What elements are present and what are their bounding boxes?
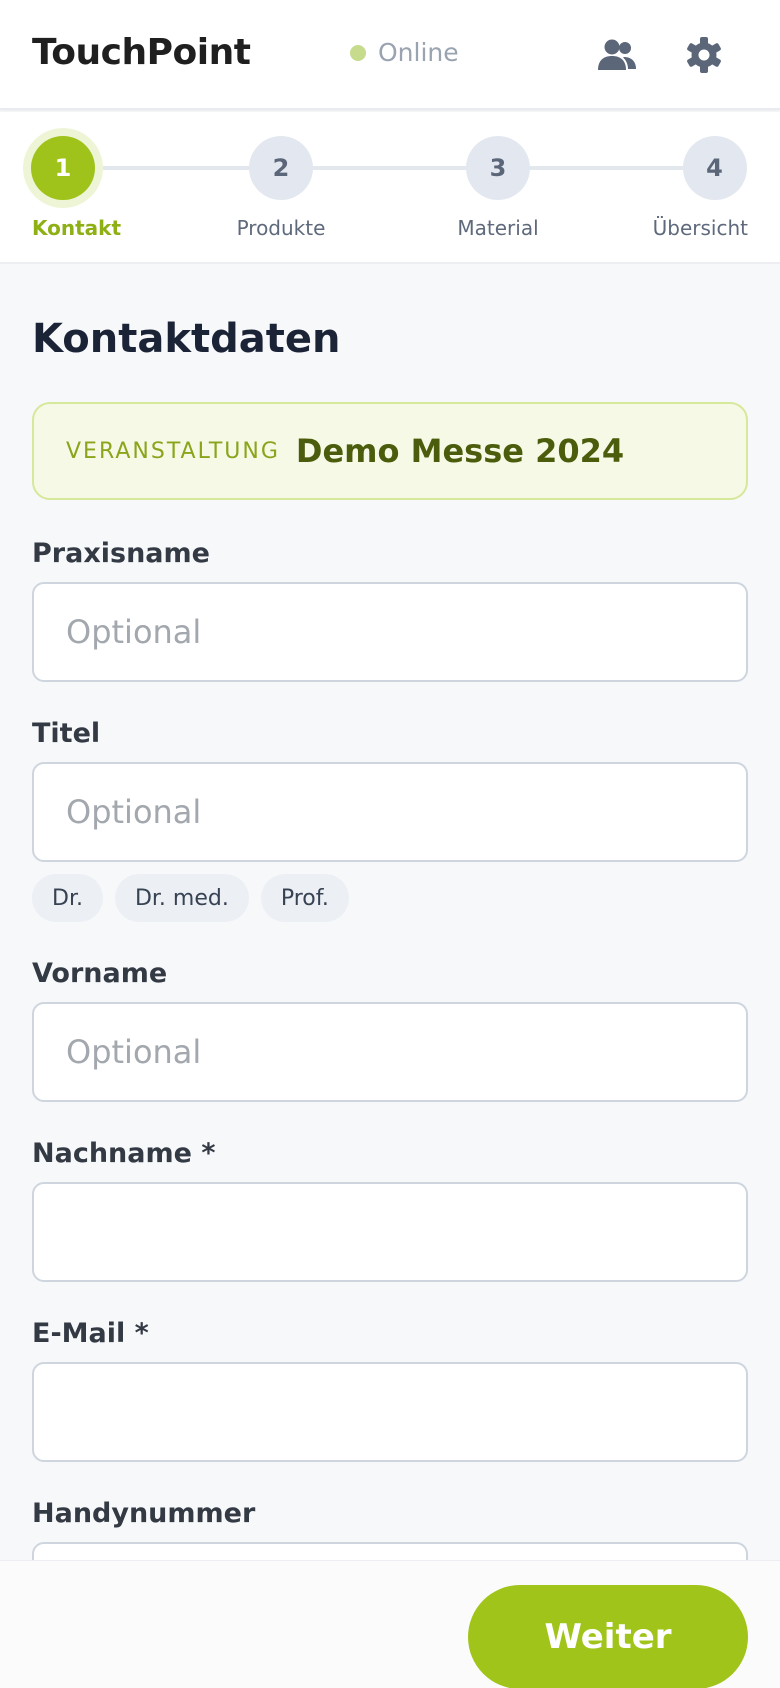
chip-dr-med[interactable]: Dr. med. [114, 874, 249, 922]
step-number: 2 [249, 136, 313, 200]
vorname-label: Vorname [32, 958, 168, 989]
app-header: TouchPoint Online [0, 0, 780, 110]
event-name: Demo Messe 2024 [295, 432, 625, 470]
progress-stepper: 1 Kontakt 2 Produkte 3 Material 4 Übersi… [0, 112, 780, 264]
title-chips: Dr. Dr. med. Prof. [32, 874, 349, 922]
app-title: TouchPoint [32, 32, 251, 73]
step-uebersicht[interactable]: 4 Übersicht [650, 136, 780, 240]
bottom-action-bar: Weiter [0, 1560, 780, 1688]
step-material[interactable]: 3 Material [433, 136, 563, 240]
status-text: Online [378, 38, 459, 67]
step-number: 3 [466, 136, 530, 200]
step-label: Produkte [236, 216, 326, 240]
chip-prof[interactable]: Prof. [260, 874, 349, 922]
vorname-input[interactable] [32, 1002, 748, 1102]
titel-label: Titel [32, 718, 101, 749]
page-title: Kontaktdaten [32, 316, 341, 362]
status-dot-icon [350, 44, 366, 61]
step-number: 1 [31, 136, 95, 200]
titel-input[interactable] [32, 762, 748, 862]
step-label: Kontakt [32, 216, 122, 240]
chip-dr[interactable]: Dr. [32, 874, 103, 922]
connection-status: Online [350, 38, 459, 67]
praxisname-input[interactable] [32, 582, 748, 682]
step-number: 4 [682, 136, 747, 200]
nachname-input[interactable] [32, 1182, 748, 1282]
handy-label: Handynummer [32, 1498, 256, 1529]
users-button[interactable] [592, 30, 642, 80]
step-kontakt[interactable]: 1 Kontakt [0, 136, 128, 240]
nachname-label: Nachname * [32, 1138, 216, 1169]
users-icon [598, 39, 636, 70]
event-label: VERANSTALTUNG [66, 438, 280, 464]
next-button[interactable]: Weiter [468, 1585, 748, 1688]
praxisname-label: Praxisname [32, 538, 210, 569]
step-label: Material [457, 216, 539, 240]
stepper-line [64, 166, 716, 170]
email-input[interactable] [32, 1362, 748, 1462]
step-produkte[interactable]: 2 Produkte [216, 136, 346, 240]
email-label: E-Mail * [32, 1318, 149, 1349]
settings-button[interactable] [679, 30, 729, 80]
gear-icon [687, 37, 721, 73]
step-label: Übersicht [652, 216, 748, 240]
event-card: VERANSTALTUNG Demo Messe 2024 [32, 402, 748, 500]
